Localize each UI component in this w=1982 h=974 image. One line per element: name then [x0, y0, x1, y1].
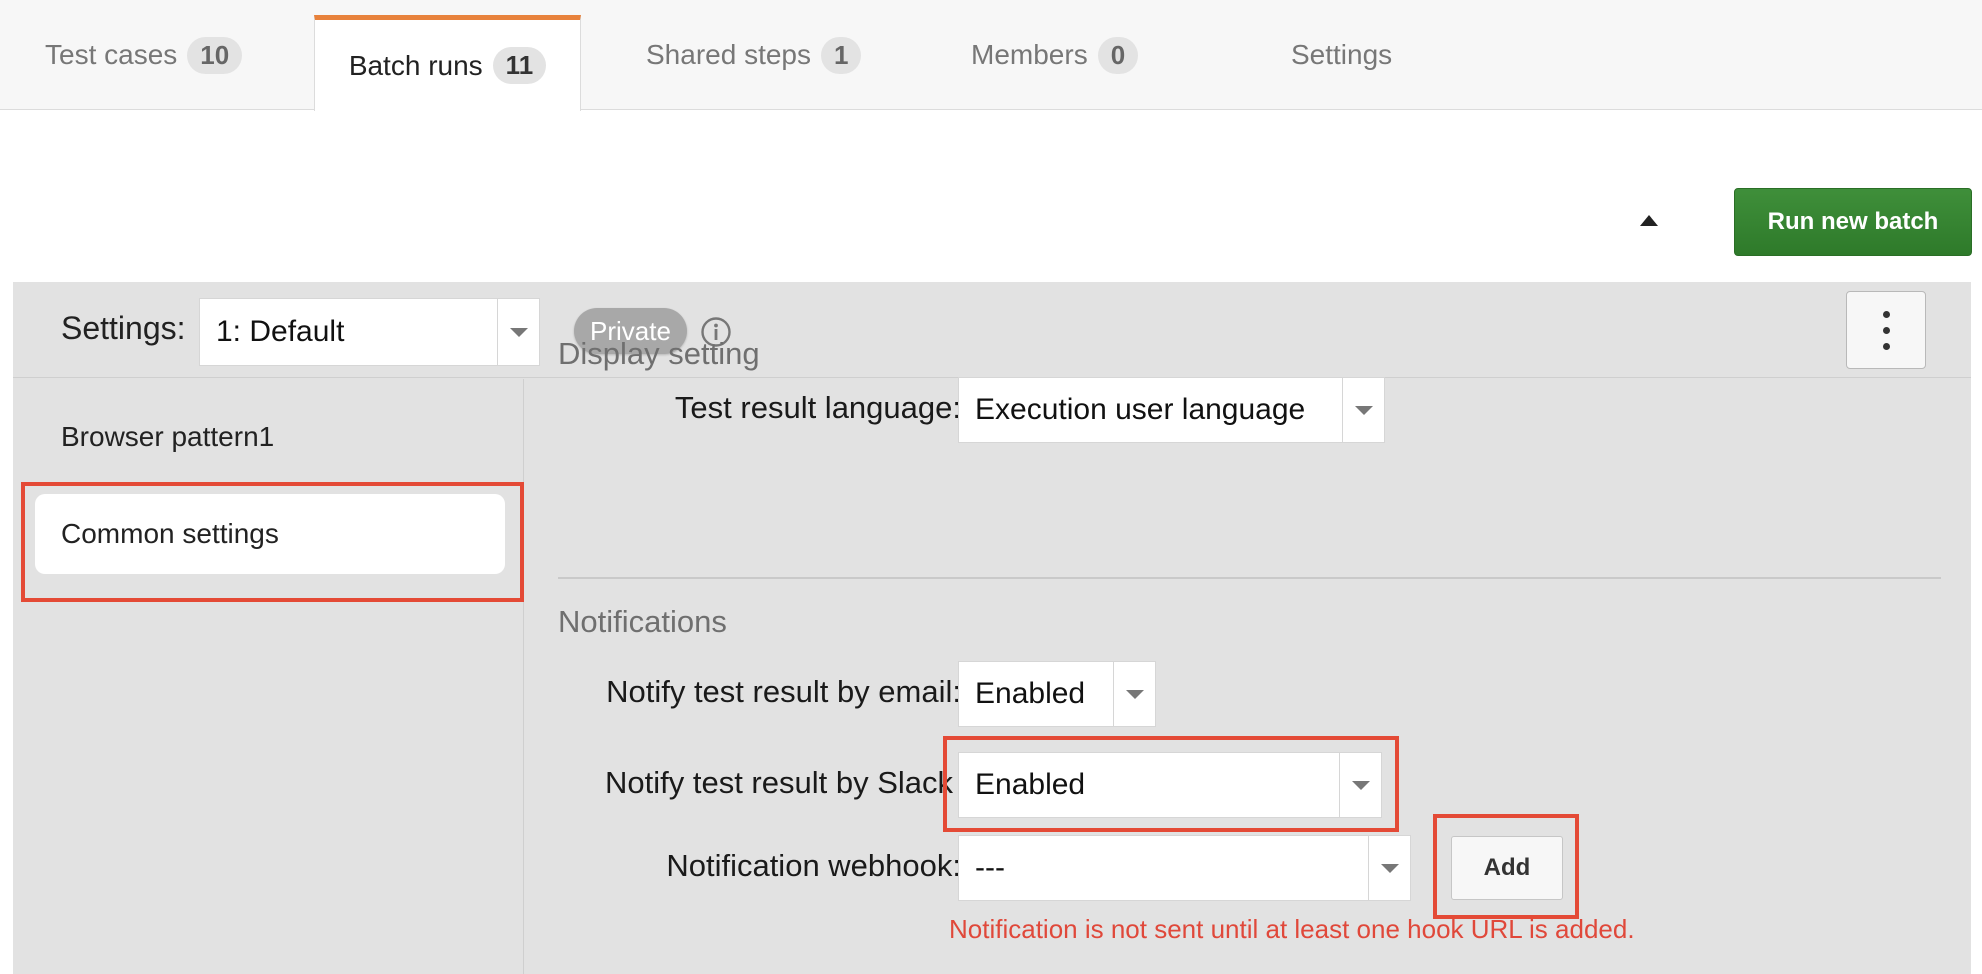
sidebar-item-browser-pattern1[interactable]: Browser pattern1: [35, 397, 505, 477]
add-webhook-button[interactable]: Add: [1451, 836, 1563, 900]
notify-email-label: Notify test result by email:: [606, 674, 961, 709]
tab-batch-runs[interactable]: Batch runs 11: [314, 15, 581, 111]
display-setting-title: Display setting: [558, 336, 760, 371]
chevron-down-icon: [497, 299, 539, 365]
tab-shared-steps[interactable]: Shared steps 1: [646, 0, 862, 110]
sidebar-item-common-settings[interactable]: Common settings: [35, 494, 505, 574]
settings-select-value: 1: Default: [216, 315, 345, 348]
settings-panel: Settings: 1: Default Private Browser pat…: [13, 282, 1971, 974]
test-result-language-label: Test result language:: [674, 390, 961, 425]
webhook-warning-text: Notification is not sent until at least …: [949, 914, 1635, 944]
tab-label: Members: [971, 39, 1088, 70]
chevron-down-icon: [1368, 836, 1410, 900]
run-new-batch-button[interactable]: Run new batch: [1734, 188, 1972, 256]
tab-count-badge: 0: [1097, 36, 1139, 74]
tab-count-badge: 10: [187, 36, 243, 74]
notify-slack-select[interactable]: Enabled: [958, 752, 1382, 818]
notify-slack-label: Notify test result by Slack: [604, 765, 953, 800]
test-result-language-select[interactable]: Execution user language: [958, 377, 1385, 443]
chevron-down-icon: [1339, 753, 1381, 817]
select-value: Execution user language: [975, 393, 1306, 426]
tab-count-badge: 11: [492, 47, 547, 84]
tab-label: Shared steps: [646, 39, 811, 70]
tab-label: Test cases: [45, 39, 178, 70]
sidebar-item-label: Common settings: [61, 518, 279, 549]
settings-label: Settings:: [61, 310, 186, 346]
tab-test-cases[interactable]: Test cases 10: [45, 0, 243, 110]
tab-members[interactable]: Members 0: [971, 0, 1139, 110]
tab-label: Batch runs: [348, 49, 483, 81]
notification-webhook-select[interactable]: ---: [958, 835, 1411, 901]
settings-header: Settings: 1: Default Private: [13, 282, 1971, 378]
settings-select[interactable]: 1: Default: [199, 298, 540, 366]
tab-bar: Test cases 10 Batch runs 11 Shared steps…: [0, 0, 1982, 111]
tab-label: Settings: [1291, 39, 1393, 70]
tab-settings[interactable]: Settings: [1291, 0, 1392, 110]
settings-sidebar: Browser pattern1 Common settings: [13, 379, 524, 974]
chevron-down-icon: [1342, 378, 1384, 442]
select-value: ---: [975, 851, 1005, 884]
notifications-title: Notifications: [558, 604, 727, 639]
tab-count-badge: 1: [821, 36, 862, 74]
triangle-up-icon[interactable]: [1636, 206, 1662, 232]
select-value: Enabled: [975, 768, 1086, 801]
chevron-down-icon: [1113, 662, 1155, 726]
select-value: Enabled: [975, 677, 1086, 710]
notification-webhook-label: Notification webhook:: [666, 848, 961, 883]
section-divider: [558, 577, 1941, 579]
sidebar-item-label: Browser pattern1: [61, 421, 275, 452]
kebab-menu-icon[interactable]: [1846, 291, 1926, 369]
notify-email-select[interactable]: Enabled: [958, 661, 1156, 727]
